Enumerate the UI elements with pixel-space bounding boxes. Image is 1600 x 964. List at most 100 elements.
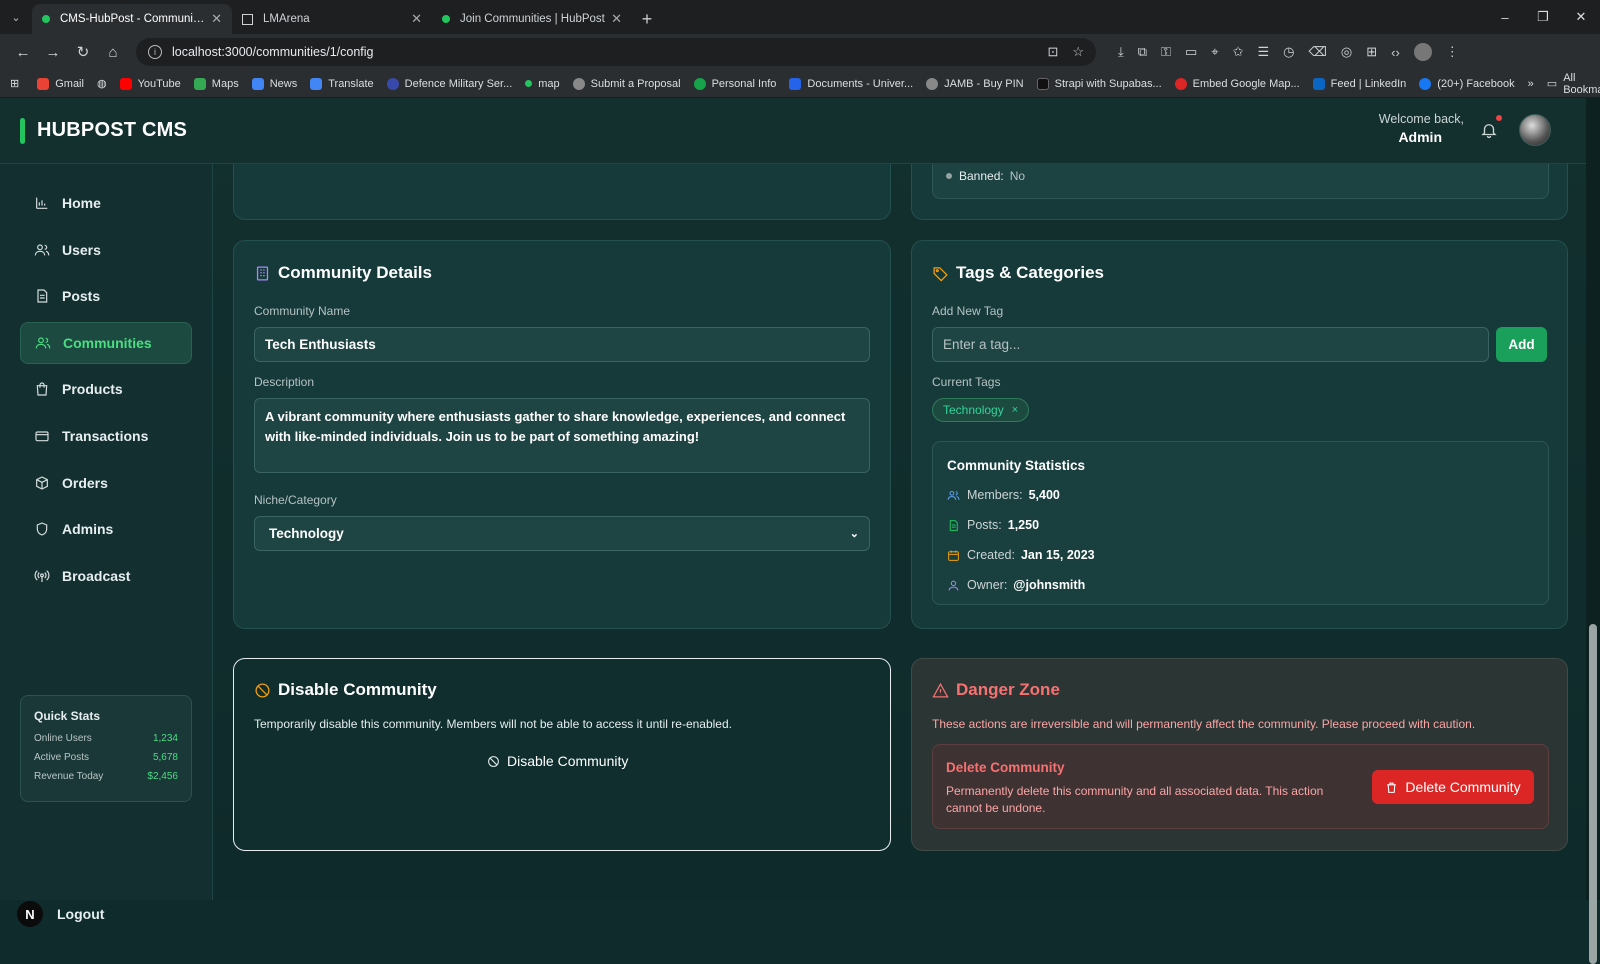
close-window-icon[interactable]: ✕ xyxy=(1562,0,1600,34)
card-title: Danger Zone xyxy=(932,680,1060,700)
address-bar[interactable]: i localhost:3000/communities/1/config ⊡ … xyxy=(136,38,1096,66)
sidebar-item-products[interactable]: Products xyxy=(20,368,192,410)
key-icon[interactable]: ⚿ xyxy=(1161,44,1171,60)
bookmark-maps[interactable]: Maps xyxy=(193,77,239,90)
tab-search-icon[interactable]: ⌄ xyxy=(0,0,32,34)
sidebar-item-label: Posts xyxy=(62,288,101,305)
back-icon[interactable]: ← xyxy=(8,37,38,67)
disable-description: Temporarily disable this community. Memb… xyxy=(254,717,732,731)
bookmark-youtube[interactable]: YouTube xyxy=(119,77,181,90)
favorites-icon[interactable]: ✩ xyxy=(1233,44,1244,60)
tab-favicon-icon xyxy=(242,13,253,25)
page-scrollbar[interactable] xyxy=(1586,98,1600,964)
document-icon xyxy=(949,519,958,531)
minimize-icon[interactable]: – xyxy=(1486,0,1524,34)
bookmark-translate[interactable]: Translate xyxy=(310,77,374,90)
quick-stat-label: Revenue Today xyxy=(34,771,104,782)
history-icon[interactable]: ◷ xyxy=(1283,44,1294,60)
menu-icon[interactable]: ⋮ xyxy=(1446,44,1459,60)
sidebar-item-broadcast[interactable]: Broadcast xyxy=(20,555,192,597)
scrollbar-thumb[interactable] xyxy=(1589,624,1597,964)
sidebar-item-label: Transactions xyxy=(62,427,149,444)
niche-select[interactable]: Technology ⌄ xyxy=(254,516,870,551)
bookmark-documents[interactable]: Documents - Univer... xyxy=(789,77,913,90)
bookmark-submit-proposal[interactable]: Submit a Proposal xyxy=(572,77,681,90)
bookmark-facebook[interactable]: (20+) Facebook xyxy=(1419,77,1515,90)
delete-community-button[interactable]: Delete Community xyxy=(1372,770,1534,804)
sidebar-item-label: Home xyxy=(62,195,101,211)
quick-stat-value: 1,234 xyxy=(152,733,178,744)
extensions-icon[interactable]: ⧉ xyxy=(1138,44,1147,60)
home-icon[interactable]: ⌂ xyxy=(98,37,128,67)
bell-icon[interactable] xyxy=(1480,120,1498,140)
reload-icon[interactable]: ↻ xyxy=(68,37,98,67)
stat-label: Members: xyxy=(967,488,1023,502)
bookmarks-bar: ⊞ Gmail ◍ YouTube Maps News Translate De… xyxy=(0,70,1600,98)
forward-icon[interactable]: → xyxy=(38,37,68,67)
restore-icon[interactable]: ❐ xyxy=(1524,0,1562,34)
bookmark-personal-info[interactable]: Personal Info xyxy=(693,77,776,90)
sidebar-nav: Home Users Posts Communities Products Tr… xyxy=(20,182,192,601)
sidebar-item-communities[interactable]: Communities xyxy=(20,321,192,364)
bookmark-globe-icon[interactable]: ◍ xyxy=(97,77,107,90)
reading-list-icon[interactable]: ☰ xyxy=(1257,44,1269,60)
card-title: Disable Community xyxy=(254,680,437,700)
sidebar-item-home[interactable]: Home xyxy=(20,182,192,224)
stat-label: Created: xyxy=(967,548,1015,562)
apps-icon[interactable]: ⊞ xyxy=(1366,44,1377,60)
devtools-icon[interactable]: ‹› xyxy=(1391,45,1400,60)
tab-close-icon[interactable]: ✕ xyxy=(611,11,622,27)
description-textarea[interactable]: A vibrant community where enthusiasts ga… xyxy=(254,398,870,473)
community-icon xyxy=(35,337,51,349)
delete-icon[interactable]: ⌫ xyxy=(1308,44,1326,60)
bookmark-strapi[interactable]: Strapi with Supabas... xyxy=(1036,77,1162,90)
brand-logo[interactable]: HUBPOST CMS xyxy=(20,117,187,144)
bookmark-star-icon[interactable]: ☆ xyxy=(1072,44,1084,60)
sidebar-item-transactions[interactable]: Transactions xyxy=(20,415,192,457)
remove-tag-icon[interactable]: × xyxy=(1012,404,1018,416)
tab-lmarena[interactable]: LMArena ✕ xyxy=(232,4,432,34)
bookmark-map[interactable]: map xyxy=(525,78,560,90)
logout-button[interactable]: N Logout xyxy=(17,901,104,927)
sidebar-item-orders[interactable]: Orders xyxy=(20,462,192,504)
payment-icon[interactable]: ▭ xyxy=(1185,44,1197,60)
avatar[interactable] xyxy=(1519,114,1551,146)
all-bookmarks[interactable]: ▭All Bookmarks xyxy=(1547,72,1600,96)
card-title: Community Details xyxy=(254,263,432,283)
profile-avatar[interactable] xyxy=(1413,43,1432,61)
community-name-input[interactable]: Tech Enthusiasts xyxy=(254,327,870,362)
tab-close-icon[interactable]: ✕ xyxy=(211,11,222,27)
stat-value: @johnsmith xyxy=(1013,578,1086,592)
bookmark-news[interactable]: News xyxy=(251,77,297,90)
apps-grid-icon[interactable]: ⊞ xyxy=(10,77,19,90)
delete-button-label: Delete Community xyxy=(1405,779,1521,795)
site-info-icon[interactable]: i xyxy=(148,45,162,59)
sidebar-item-posts[interactable]: Posts xyxy=(20,275,192,317)
bookmark-jamb[interactable]: JAMB - Buy PIN xyxy=(926,77,1024,90)
disable-community-button[interactable]: Disable Community xyxy=(487,753,628,769)
stat-value: 5,400 xyxy=(1028,488,1060,502)
sidebar-item-admins[interactable]: Admins xyxy=(20,508,192,550)
install-icon[interactable]: ⊡ xyxy=(1047,44,1058,60)
sidebar-item-users[interactable]: Users xyxy=(20,229,192,271)
niche-selected-value: Technology xyxy=(269,526,344,541)
tab-close-icon[interactable]: ✕ xyxy=(411,11,422,27)
bookmark-gmail[interactable]: Gmail xyxy=(37,77,84,90)
tab-favicon-icon xyxy=(42,15,50,23)
bookmark-defence[interactable]: Defence Military Ser... xyxy=(386,77,512,90)
n-badge-icon[interactable]: N xyxy=(17,901,43,927)
brand-accent xyxy=(20,117,25,144)
new-tab-button[interactable]: + xyxy=(632,4,662,34)
tab-cms-hubpost[interactable]: CMS-HubPost - Community Ma ✕ xyxy=(32,4,232,34)
bookmark-embed-map[interactable]: Embed Google Map... xyxy=(1174,77,1300,90)
folder-icon: ▭ xyxy=(1546,78,1558,90)
banned-value: No xyxy=(1009,169,1026,183)
more-bookmarks-icon[interactable]: » xyxy=(1528,78,1534,90)
download-icon[interactable]: ⤓ xyxy=(1118,44,1124,60)
tag-input[interactable]: Enter a tag... xyxy=(932,327,1489,362)
location-icon[interactable]: ⌖ xyxy=(1211,44,1218,60)
tab-join-communities[interactable]: Join Communities | HubPost ✕ xyxy=(432,4,632,34)
bookmark-linkedin[interactable]: Feed | LinkedIn xyxy=(1312,77,1406,90)
screenshot-icon[interactable]: ◎ xyxy=(1341,44,1352,60)
add-tag-button[interactable]: Add xyxy=(1496,327,1547,362)
